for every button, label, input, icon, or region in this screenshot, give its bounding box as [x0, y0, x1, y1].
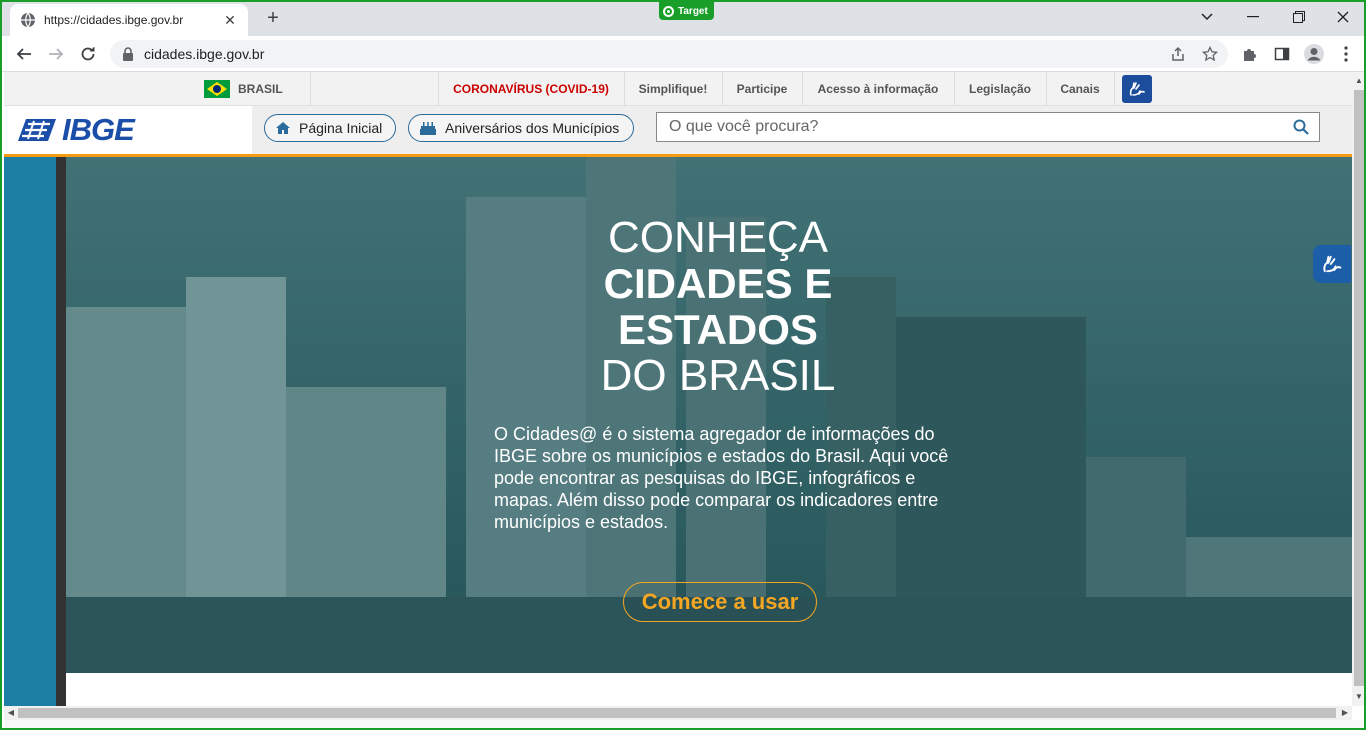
horizontal-scroll-thumb[interactable]	[18, 708, 1336, 718]
divider	[1114, 72, 1115, 106]
status-bar	[4, 720, 1364, 728]
home-button[interactable]: Página Inicial	[264, 114, 396, 142]
address-bar[interactable]: cidades.ibge.gov.br	[110, 40, 1228, 68]
hero-description: O Cidades@ é o sistema agregador de info…	[494, 424, 949, 532]
chevron-down-icon	[1201, 13, 1213, 21]
bookmark-button[interactable]	[1198, 42, 1222, 66]
home-icon	[275, 121, 291, 135]
divider	[310, 72, 311, 106]
ibge-logo-text: IBGE	[62, 112, 135, 147]
reload-button[interactable]	[74, 40, 102, 68]
restore-icon	[1293, 11, 1305, 23]
vertical-scroll-thumb[interactable]	[1354, 90, 1364, 686]
close-window-button[interactable]	[1320, 2, 1364, 32]
lock-icon	[123, 47, 133, 61]
gov-link-legislacao[interactable]: Legislação	[954, 72, 1046, 106]
site-header: IBGE Página Inicial Aniversários dos Mun…	[4, 106, 1352, 154]
horizontal-scrollbar[interactable]: ◀ ▶	[4, 706, 1352, 720]
ibge-logo-icon	[18, 119, 56, 141]
gov-link-simplifique[interactable]: Simplifique!	[624, 72, 722, 106]
ibge-logo-link[interactable]: IBGE	[4, 106, 252, 154]
search-box	[656, 112, 1320, 142]
vlibras-widget-button[interactable]	[1313, 245, 1351, 283]
left-side-shadow	[56, 157, 66, 706]
municipal-anniversaries-label: Aniversários dos Municípios	[445, 120, 620, 136]
new-tab-button[interactable]: +	[260, 6, 286, 32]
star-icon	[1202, 46, 1218, 62]
minimize-icon	[1247, 16, 1259, 18]
accessibility-libras-button[interactable]	[1122, 75, 1152, 103]
puzzle-icon	[1244, 49, 1256, 61]
scroll-right-arrow[interactable]: ▶	[1338, 706, 1352, 720]
search-input[interactable]	[657, 113, 1283, 141]
gov-link-covid[interactable]: CORONAVÍRUS (COVID-19)	[438, 72, 624, 106]
arrow-right-icon	[49, 48, 64, 60]
tab-strip: https://cidades.ibge.gov.br ✕ + Target	[2, 2, 1364, 36]
gov-bar: BRASIL CORONAVÍRUS (COVID-19) Simplifiqu…	[4, 72, 1352, 106]
target-badge: Target	[659, 2, 714, 20]
sign-language-hands-icon	[1129, 82, 1145, 96]
search-icon	[1293, 119, 1309, 135]
tab-search-button[interactable]	[1184, 2, 1230, 32]
share-icon	[1172, 46, 1184, 61]
scroll-up-arrow[interactable]: ▲	[1352, 74, 1364, 88]
avatar-icon	[1304, 44, 1324, 64]
minimize-button[interactable]	[1230, 2, 1276, 32]
search-button[interactable]	[1283, 113, 1319, 141]
cake-icon	[419, 120, 437, 136]
tab-title: https://cidades.ibge.gov.br	[44, 13, 184, 27]
hero-headline-line1: CONHEÇA	[607, 213, 829, 262]
gov-brasil-label: BRASIL	[238, 82, 283, 96]
browser-tab[interactable]: https://cidades.ibge.gov.br ✕	[10, 4, 248, 36]
vertical-scrollbar[interactable]: ▲ ▼	[1352, 72, 1364, 706]
restore-button[interactable]	[1276, 2, 1322, 32]
browser-window: https://cidades.ibge.gov.br ✕ + Target c…	[0, 0, 1366, 730]
forward-button[interactable]	[42, 40, 70, 68]
side-panel-icon	[1274, 47, 1290, 61]
url-text: cidades.ibge.gov.br	[144, 46, 265, 62]
hero-headline-line4: DO BRASIL	[600, 351, 836, 400]
content-area	[66, 673, 1352, 706]
share-button[interactable]	[1166, 42, 1190, 66]
hero-headline: CONHEÇA CIDADES E ESTADOS DO BRASIL	[496, 215, 940, 399]
home-button-label: Página Inicial	[299, 120, 383, 136]
scroll-left-arrow[interactable]: ◀	[4, 706, 18, 720]
gov-link-acesso-informacao[interactable]: Acesso à informação	[802, 72, 954, 106]
close-tab-icon[interactable]: ✕	[222, 12, 238, 29]
arrow-left-icon	[16, 48, 31, 60]
brazil-flag-icon	[204, 80, 230, 98]
extensions-button[interactable]	[1238, 42, 1262, 66]
sign-language-hands-icon	[1323, 255, 1342, 273]
side-panel-button[interactable]	[1270, 42, 1294, 66]
hero-headline-line3: ESTADOS	[618, 306, 818, 353]
target-badge-label: Target	[678, 5, 708, 17]
municipal-anniversaries-button[interactable]: Aniversários dos Municípios	[408, 114, 634, 142]
reload-icon	[81, 47, 95, 61]
close-icon	[1337, 11, 1349, 23]
back-button[interactable]	[10, 40, 38, 68]
start-using-button[interactable]: Comece a usar	[623, 582, 817, 622]
left-side-strip	[4, 157, 56, 706]
gov-link-participe[interactable]: Participe	[722, 72, 802, 106]
target-icon	[663, 5, 674, 17]
hero-banner: CONHEÇA CIDADES E ESTADOS DO BRASIL O Ci…	[66, 157, 1352, 673]
menu-button[interactable]	[1334, 42, 1358, 66]
browser-toolbar: cidades.ibge.gov.br	[2, 36, 1364, 72]
kebab-menu-icon	[1344, 46, 1348, 62]
profile-button[interactable]	[1302, 42, 1326, 66]
gov-link-canais[interactable]: Canais	[1046, 72, 1114, 106]
hero-headline-line2: CIDADES E	[603, 260, 833, 307]
globe-icon	[21, 12, 35, 28]
scroll-down-arrow[interactable]: ▼	[1352, 690, 1364, 704]
gov-brasil-link[interactable]: BRASIL	[204, 72, 283, 106]
